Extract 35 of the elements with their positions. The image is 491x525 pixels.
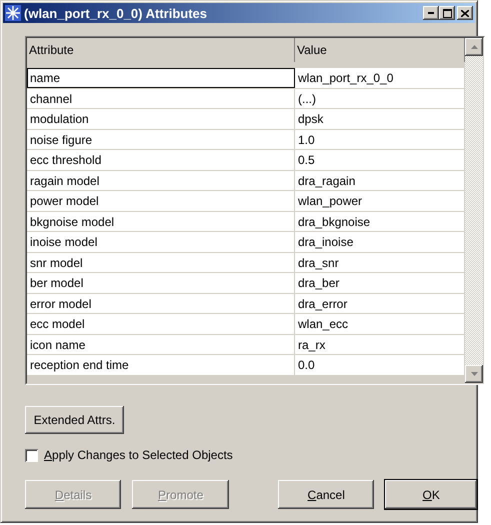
minimize-icon <box>428 12 434 14</box>
column-header[interactable]: Attribute <box>27 38 295 62</box>
attribute-cell[interactable]: icon name <box>27 334 295 354</box>
attribute-cell[interactable]: ecc model <box>27 314 295 334</box>
attribute-cell[interactable]: bkgnoise model <box>27 212 295 231</box>
attribute-cell[interactable]: inoise model <box>27 232 295 252</box>
column-header[interactable]: Value <box>295 38 465 62</box>
attribute-cell[interactable]: error model <box>27 294 295 313</box>
up-arrow-icon <box>470 45 478 49</box>
window-title: (wlan_port_rx_0_0) Attributes <box>24 6 208 20</box>
star-icon <box>5 5 21 21</box>
close-icon <box>461 10 469 16</box>
scroll-down-button[interactable] <box>465 365 483 383</box>
scrollbar[interactable] <box>465 38 483 383</box>
minimize-button[interactable] <box>423 6 439 20</box>
attribute-cell[interactable]: ecc threshold <box>27 150 295 170</box>
attribute-cell[interactable]: channel <box>27 88 295 108</box>
checkbox[interactable] <box>25 448 38 462</box>
dialog-button[interactable]: OK <box>385 480 478 509</box>
attribute-cell[interactable]: name <box>27 68 295 88</box>
attribute-cell[interactable]: noise figure <box>27 130 295 149</box>
close-button[interactable] <box>457 6 473 20</box>
maximize-button[interactable] <box>439 6 455 20</box>
attribute-cell[interactable]: ragain model <box>27 170 295 190</box>
attribute-cell[interactable]: ber model <box>27 273 295 292</box>
dialog-button[interactable]: Cancel <box>278 480 374 509</box>
maximize-icon <box>442 8 452 18</box>
down-arrow-icon <box>470 372 478 376</box>
attribute-cell[interactable]: snr model <box>27 252 295 272</box>
scroll-up-button[interactable] <box>465 38 483 56</box>
attribute-cell[interactable]: reception end time <box>27 355 295 374</box>
attribute-cell[interactable]: power model <box>27 191 295 210</box>
extended-attrs-button[interactable]: Extended Attrs. <box>25 406 124 434</box>
checkbox-label[interactable]: Apply Changes to Selected Objects <box>44 448 233 462</box>
attribute-cell[interactable]: modulation <box>27 109 295 128</box>
